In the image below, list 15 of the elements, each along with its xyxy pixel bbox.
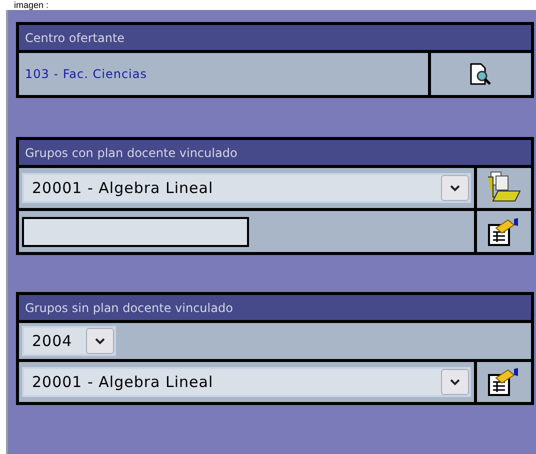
section-header: Grupos sin plan docente vinculado [19,295,531,320]
chevron-icon [450,378,460,386]
dropdown-field[interactable]: 2004 [22,326,116,356]
input-field[interactable] [22,216,249,246]
search-document-icon[interactable] [470,63,492,85]
centre-value: 103 - Fac. Ciencias [24,67,147,81]
document-pencil-icon[interactable] [488,218,520,246]
section-header: Centro ofertante [19,25,531,50]
document-pencil-icon[interactable] [488,368,520,396]
chevron-icon [450,184,460,192]
caption-text: imagen : [14,0,49,10]
chevron-icon [95,338,106,344]
dropdown-field[interactable]: 20001 - Algebra Lineal [22,367,471,397]
dropdown-field[interactable]: 20001 - Algebra Lineal [22,173,471,203]
section-header: Grupos con plan docente vinculado [19,140,531,165]
